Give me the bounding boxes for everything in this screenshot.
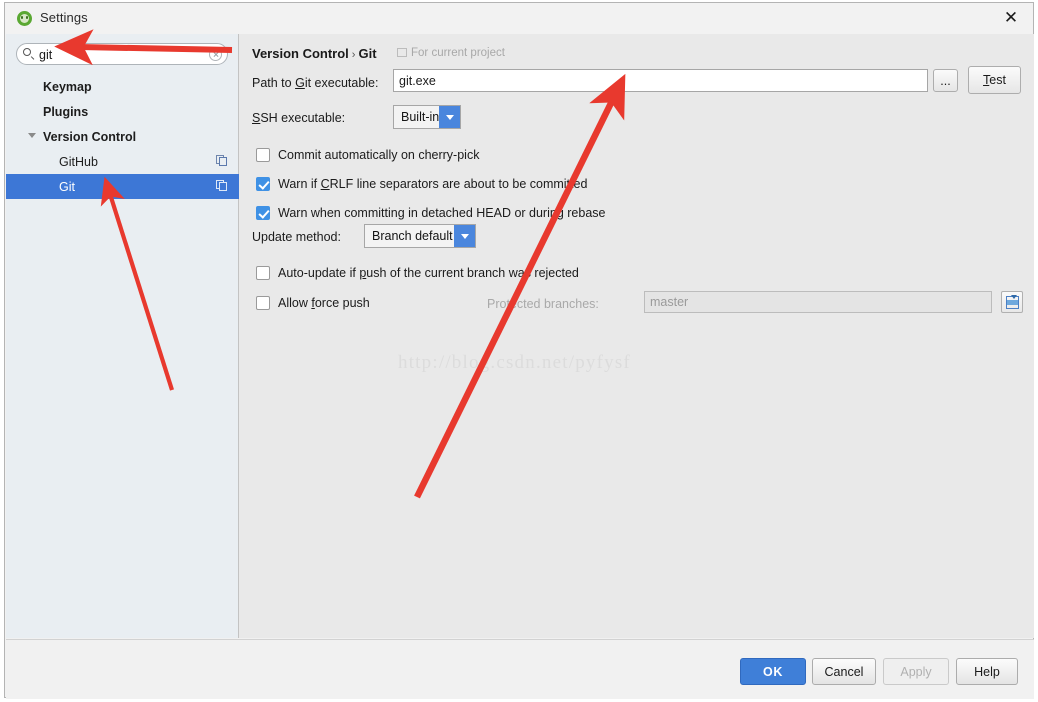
window-title: Settings — [40, 10, 88, 25]
update-method-value: Branch default — [372, 229, 453, 243]
watermark-text: http://blog.csdn.net/pyfysf — [398, 352, 631, 373]
checkbox-box[interactable] — [256, 177, 270, 191]
git-settings-panel: Version Control › Git For current project … — [240, 34, 1034, 638]
checkbox-label: Auto-update if push of the current branc… — [278, 266, 579, 280]
dialog-content: Keymap Plugins Version Control GitHub — [6, 34, 1034, 638]
sidebar-item-label: Plugins — [43, 104, 89, 119]
breadcrumb: Version Control › Git — [252, 46, 377, 61]
chevron-down-icon[interactable] — [454, 225, 475, 247]
checkbox-label: Warn when committing in detached HEAD or… — [278, 206, 606, 220]
settings-sidebar: Keymap Plugins Version Control GitHub — [6, 34, 239, 638]
breadcrumb-current: Git — [358, 46, 377, 61]
search-field-wrapper[interactable] — [16, 43, 228, 65]
search-icon — [23, 48, 35, 60]
settings-dialog-screenshot: Settings ✕ Keymap — [0, 0, 1038, 702]
expand-editor-icon-button[interactable] — [1001, 291, 1023, 313]
checkbox-box[interactable] — [256, 148, 270, 162]
checkbox-commit-on-cherry-pick[interactable]: Commit automatically on cherry-pick — [256, 148, 479, 162]
pycharm-icon — [17, 11, 32, 26]
test-label: Test — [983, 73, 1006, 87]
checkbox-allow-force-push[interactable]: Allow force push — [256, 296, 370, 310]
scope-note: For current project — [397, 47, 505, 59]
sidebar-item-git[interactable]: Git — [6, 174, 239, 199]
settings-window: Settings ✕ Keymap — [4, 2, 1034, 699]
path-to-git-label: Path to Git executable: — [252, 76, 379, 90]
checkbox-warn-detached-head[interactable]: Warn when committing in detached HEAD or… — [256, 206, 605, 220]
checkbox-box[interactable] — [256, 266, 270, 280]
cancel-button[interactable]: Cancel — [812, 658, 876, 685]
update-method-select[interactable]: Branch default — [364, 224, 476, 248]
apply-button: Apply — [883, 658, 949, 685]
sidebar-item-label: Keymap — [43, 79, 92, 94]
update-method-label: Update method: — [252, 230, 341, 244]
browse-label: ... — [940, 73, 951, 88]
project-scope-icon — [216, 155, 228, 167]
protected-branches-label: Protected branches: — [487, 297, 599, 311]
sidebar-item-label: Git — [59, 179, 75, 194]
close-icon[interactable]: ✕ — [989, 3, 1033, 33]
breadcrumb-separator: › — [351, 49, 356, 61]
project-scope-icon — [397, 48, 407, 57]
sidebar-item-label: GitHub — [59, 154, 98, 169]
sidebar-item-plugins[interactable]: Plugins — [6, 99, 239, 124]
checkbox-label: Warn if CRLF line separators are about t… — [278, 177, 588, 191]
window-titlebar: Settings ✕ — [5, 3, 1033, 35]
chevron-down-icon[interactable] — [439, 106, 460, 128]
checkbox-label: Commit automatically on cherry-pick — [278, 148, 480, 162]
ssh-executable-select[interactable]: Built-in — [393, 105, 461, 129]
path-to-git-input[interactable] — [393, 69, 928, 92]
dialog-footer: OK Cancel Apply Help — [6, 639, 1034, 699]
sidebar-item-version-control[interactable]: Version Control — [6, 124, 239, 149]
checkbox-box[interactable] — [256, 206, 270, 220]
chevron-down-icon[interactable] — [28, 133, 36, 138]
breadcrumb-parent: Version Control — [252, 46, 349, 61]
sidebar-item-github[interactable]: GitHub — [6, 149, 239, 174]
checkbox-box[interactable] — [256, 296, 270, 310]
clear-icon[interactable] — [209, 48, 222, 61]
ssh-executable-label: SSH executable: — [252, 111, 346, 125]
checkbox-warn-crlf[interactable]: Warn if CRLF line separators are about t… — [256, 177, 587, 191]
scope-note-label: For current project — [411, 47, 505, 59]
test-button[interactable]: Test — [968, 66, 1021, 94]
ok-button[interactable]: OK — [740, 658, 806, 685]
settings-tree: Keymap Plugins Version Control GitHub Gi… — [6, 74, 239, 199]
checkbox-label: Allow force push — [278, 296, 370, 310]
help-button[interactable]: Help — [956, 658, 1018, 685]
checkbox-auto-update-on-reject[interactable]: Auto-update if push of the current branc… — [256, 266, 579, 280]
sidebar-item-keymap[interactable]: Keymap — [6, 74, 239, 99]
protected-branches-input[interactable] — [644, 291, 992, 313]
project-scope-icon — [216, 180, 228, 192]
ssh-executable-value: Built-in — [401, 110, 440, 124]
sidebar-item-label: Version Control — [43, 129, 137, 144]
search-input[interactable] — [39, 46, 199, 63]
browse-button[interactable]: ... — [933, 69, 958, 92]
